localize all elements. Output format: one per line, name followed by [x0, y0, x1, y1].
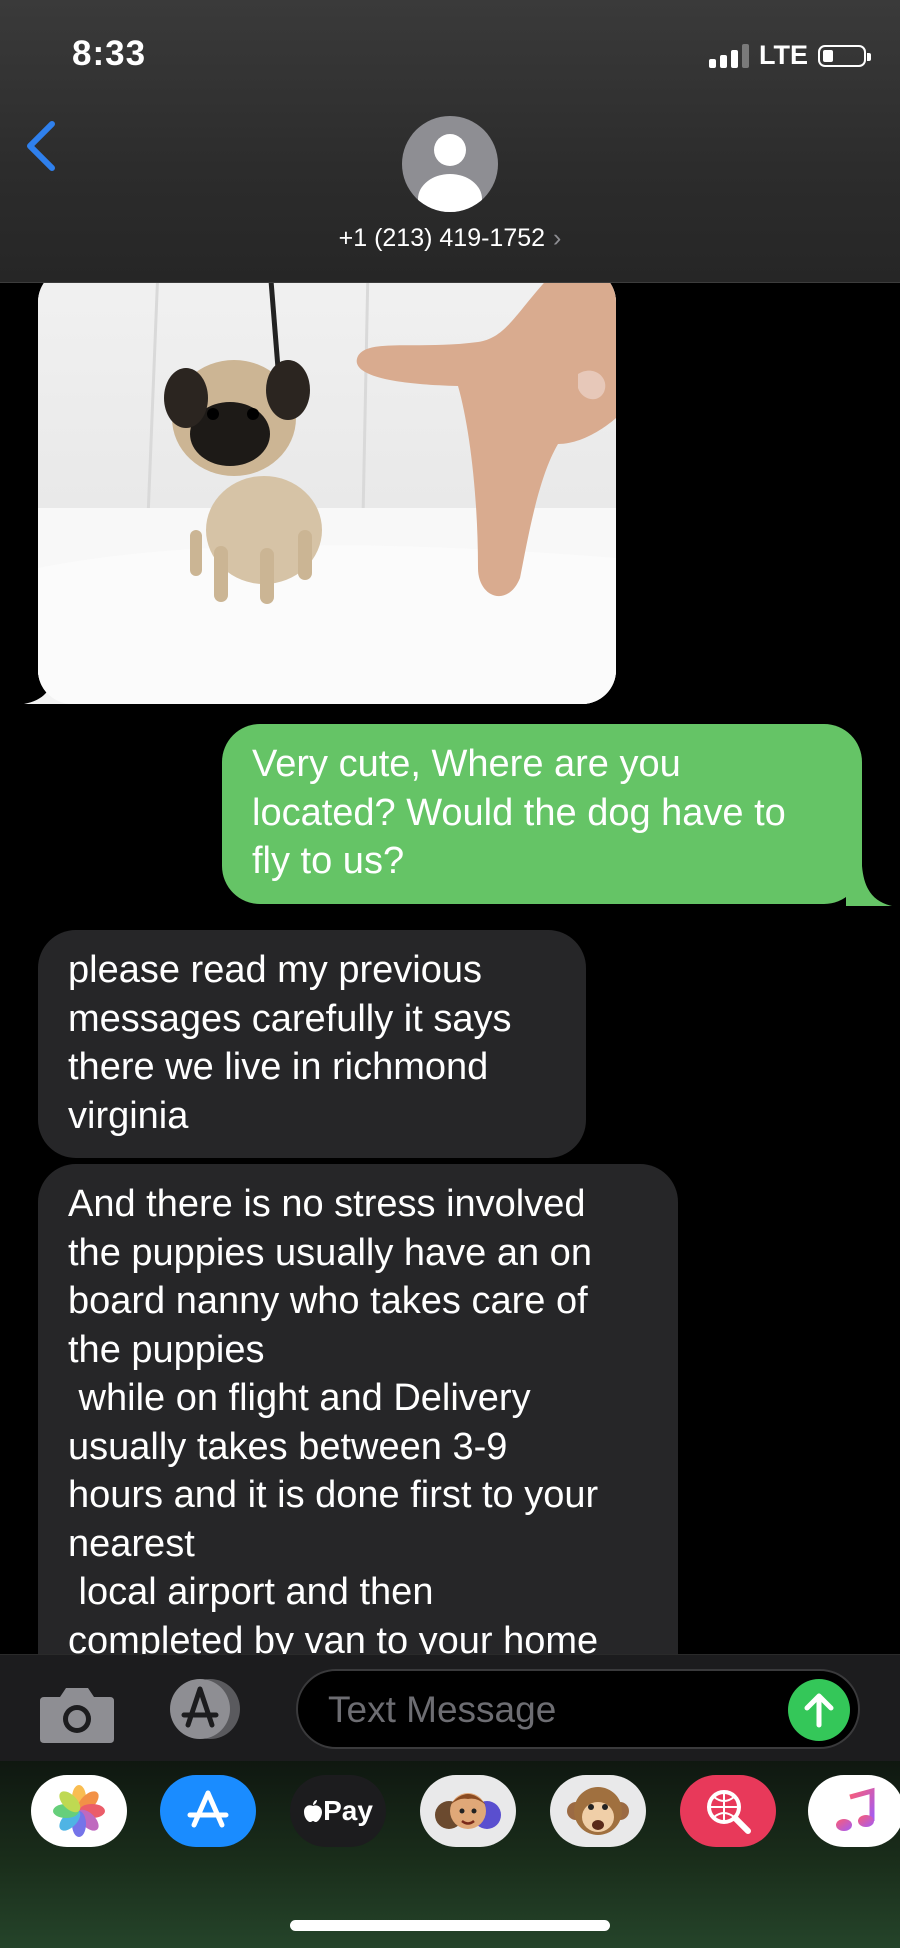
cellular-signal-icon [709, 43, 749, 68]
contact-number: +1 (213) 419-1752 [338, 224, 546, 252]
message-text-field[interactable] [296, 1669, 860, 1749]
message-line: the puppies [68, 1328, 265, 1371]
app-store-icon [170, 1679, 240, 1739]
contact-avatar[interactable] [402, 116, 498, 212]
home-indicator[interactable] [290, 1920, 610, 1931]
app-store-app-button[interactable] [160, 1775, 256, 1847]
apple-pay-label: Pay [323, 1795, 373, 1826]
web-images-app-button[interactable] [680, 1775, 776, 1847]
received-message-bubble[interactable]: please read my previous messages careful… [38, 930, 586, 1158]
message-line: fly to us? [252, 840, 405, 882]
send-button[interactable] [788, 1679, 850, 1741]
message-line: there we live in richmond [68, 1046, 489, 1088]
app-store-icon [187, 1790, 229, 1828]
message-line: And there is no stress involved [68, 1183, 586, 1225]
message-line: board nanny who takes care of [68, 1280, 588, 1322]
message-line: located? Would the dog have to [252, 791, 786, 834]
network-type: LTE [759, 40, 808, 70]
message-line: messages carefully it says [68, 997, 512, 1040]
chevron-right-icon: › [553, 224, 562, 252]
music-icon [836, 1787, 875, 1831]
contact-name-button[interactable]: +1 (213) 419-1752 › [0, 224, 900, 253]
status-time: 8:33 [72, 34, 147, 73]
message-line: local airport and then [68, 1571, 434, 1613]
received-message-bubble[interactable]: And there is no stress involved the pupp… [38, 1164, 678, 1654]
message-input[interactable] [326, 1685, 770, 1735]
message-line: virginia [68, 1094, 189, 1137]
camera-button[interactable] [38, 1685, 116, 1748]
app-store-apps-button[interactable] [166, 1677, 252, 1741]
animoji-app-button[interactable] [550, 1775, 646, 1847]
sent-message-bubble[interactable]: Very cute, Where are you located? Would … [222, 724, 862, 904]
message-composer [0, 1654, 900, 1761]
bubble-tail [846, 862, 892, 906]
conversation-header: 8:33 LTE +1 (213) 419-1752 › [0, 0, 900, 283]
photos-app-button[interactable] [31, 1775, 127, 1847]
message-thread[interactable]: Very cute, Where are you located? Would … [0, 282, 900, 1654]
chevron-left-icon [27, 121, 55, 171]
message-line: while on flight and Delivery [68, 1377, 531, 1419]
message-line: completed by van to your home [68, 1619, 599, 1655]
apple-pay-app-button[interactable]: Pay [290, 1775, 386, 1847]
puppy-photo-image [38, 282, 616, 704]
message-line: please read my previous [68, 949, 482, 991]
message-line: usually takes between 3-9 [68, 1425, 508, 1468]
message-line: Very cute, Where are you [252, 743, 681, 785]
music-app-button[interactable] [808, 1775, 900, 1847]
apple-logo-icon [304, 1800, 323, 1822]
imessage-app-drawer: Pay [0, 1760, 900, 1948]
web-search-icon [707, 1790, 751, 1834]
message-line: hours and it is done first to your [68, 1474, 599, 1516]
back-button[interactable] [22, 118, 62, 179]
message-line: nearest [68, 1522, 195, 1565]
animoji-icon [567, 1787, 629, 1835]
battery-icon [818, 44, 871, 67]
memoji-icon [435, 1793, 501, 1829]
photos-icon [53, 1785, 105, 1837]
received-photo-message[interactable] [38, 282, 616, 704]
status-indicators: LTE [709, 40, 871, 71]
memoji-app-button[interactable] [420, 1775, 516, 1847]
message-line: the puppies usually have an on [68, 1231, 592, 1274]
camera-icon [40, 1688, 114, 1743]
arrow-up-icon [804, 1693, 834, 1728]
